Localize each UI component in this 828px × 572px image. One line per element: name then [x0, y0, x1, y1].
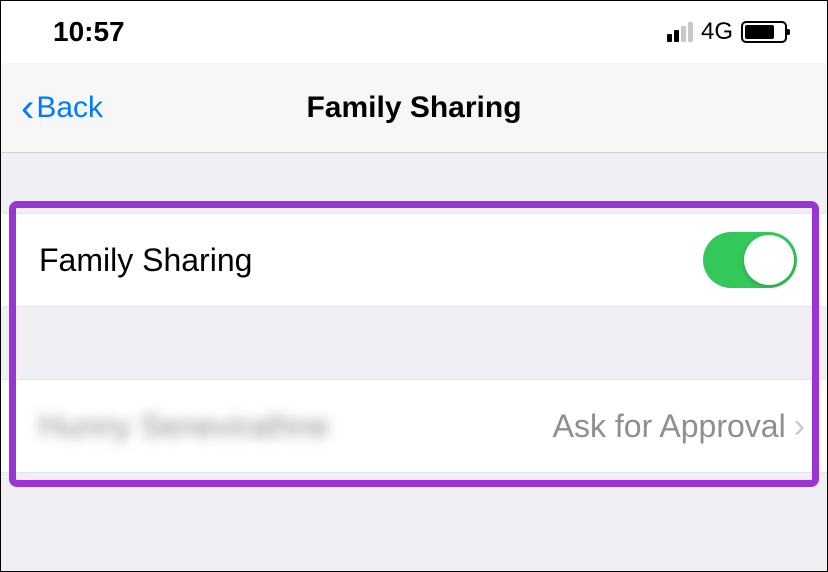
signal-icon — [667, 22, 693, 42]
navigation-header: ‹ Back Family Sharing — [1, 63, 827, 153]
chevron-right-icon: › — [794, 407, 805, 446]
family-member-row[interactable]: Hunny Senevirathne Ask for Approval › — [1, 379, 827, 473]
toggle-label: Family Sharing — [39, 242, 252, 279]
back-label: Back — [36, 91, 103, 125]
content-area: Family Sharing Hunny Senevirathne Ask fo… — [1, 153, 827, 571]
family-sharing-toggle-row: Family Sharing — [1, 213, 827, 307]
family-sharing-toggle[interactable] — [703, 232, 797, 288]
member-approval-status: Ask for Approval — [553, 408, 786, 445]
clock-time: 10:57 — [53, 16, 125, 48]
page-title: Family Sharing — [306, 91, 521, 125]
section-spacer — [1, 307, 827, 379]
back-button[interactable]: ‹ Back — [21, 88, 103, 128]
member-name: Hunny Senevirathne — [39, 408, 329, 445]
battery-icon — [741, 21, 787, 43]
chevron-left-icon: ‹ — [21, 88, 34, 128]
network-type: 4G — [701, 18, 733, 46]
status-bar: 10:57 4G — [1, 1, 827, 63]
status-indicators: 4G — [667, 18, 787, 46]
